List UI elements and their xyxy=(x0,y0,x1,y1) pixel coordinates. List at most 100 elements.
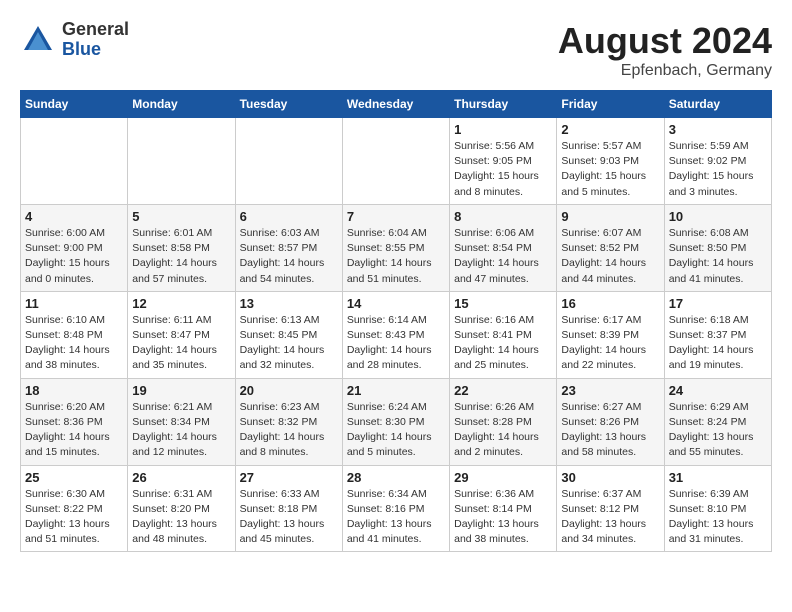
day-detail: Sunrise: 6:39 AM Sunset: 8:10 PM Dayligh… xyxy=(669,487,767,548)
day-number: 28 xyxy=(347,470,445,485)
day-detail: Sunrise: 6:03 AM Sunset: 8:57 PM Dayligh… xyxy=(240,226,338,287)
day-cell xyxy=(235,118,342,205)
week-row-1: 1 Sunrise: 5:56 AM Sunset: 9:05 PM Daylig… xyxy=(21,118,772,205)
day-detail: Sunrise: 6:36 AM Sunset: 8:14 PM Dayligh… xyxy=(454,487,552,548)
logo-blue: Blue xyxy=(62,40,129,60)
day-cell: 7 Sunrise: 6:04 AM Sunset: 8:55 PM Daylig… xyxy=(342,204,449,291)
day-number: 6 xyxy=(240,209,338,224)
day-detail: Sunrise: 6:34 AM Sunset: 8:16 PM Dayligh… xyxy=(347,487,445,548)
day-number: 15 xyxy=(454,296,552,311)
day-cell: 14 Sunrise: 6:14 AM Sunset: 8:43 PM Dayli… xyxy=(342,291,449,378)
week-row-5: 25 Sunrise: 6:30 AM Sunset: 8:22 PM Dayli… xyxy=(21,465,772,552)
day-cell: 10 Sunrise: 6:08 AM Sunset: 8:50 PM Dayli… xyxy=(664,204,771,291)
day-cell: 8 Sunrise: 6:06 AM Sunset: 8:54 PM Daylig… xyxy=(450,204,557,291)
day-cell: 30 Sunrise: 6:37 AM Sunset: 8:12 PM Dayli… xyxy=(557,465,664,552)
day-cell: 25 Sunrise: 6:30 AM Sunset: 8:22 PM Dayli… xyxy=(21,465,128,552)
day-number: 24 xyxy=(669,383,767,398)
day-detail: Sunrise: 6:11 AM Sunset: 8:47 PM Dayligh… xyxy=(132,313,230,374)
day-cell: 28 Sunrise: 6:34 AM Sunset: 8:16 PM Dayli… xyxy=(342,465,449,552)
day-cell: 26 Sunrise: 6:31 AM Sunset: 8:20 PM Dayli… xyxy=(128,465,235,552)
day-detail: Sunrise: 6:37 AM Sunset: 8:12 PM Dayligh… xyxy=(561,487,659,548)
day-detail: Sunrise: 6:33 AM Sunset: 8:18 PM Dayligh… xyxy=(240,487,338,548)
day-number: 26 xyxy=(132,470,230,485)
day-number: 4 xyxy=(25,209,123,224)
day-detail: Sunrise: 6:14 AM Sunset: 8:43 PM Dayligh… xyxy=(347,313,445,374)
day-number: 21 xyxy=(347,383,445,398)
day-cell: 5 Sunrise: 6:01 AM Sunset: 8:58 PM Daylig… xyxy=(128,204,235,291)
day-detail: Sunrise: 6:31 AM Sunset: 8:20 PM Dayligh… xyxy=(132,487,230,548)
day-cell: 31 Sunrise: 6:39 AM Sunset: 8:10 PM Dayli… xyxy=(664,465,771,552)
day-cell: 15 Sunrise: 6:16 AM Sunset: 8:41 PM Dayli… xyxy=(450,291,557,378)
day-number: 30 xyxy=(561,470,659,485)
day-detail: Sunrise: 6:20 AM Sunset: 8:36 PM Dayligh… xyxy=(25,400,123,461)
day-cell: 13 Sunrise: 6:13 AM Sunset: 8:45 PM Dayli… xyxy=(235,291,342,378)
day-number: 27 xyxy=(240,470,338,485)
day-detail: Sunrise: 6:18 AM Sunset: 8:37 PM Dayligh… xyxy=(669,313,767,374)
day-detail: Sunrise: 6:26 AM Sunset: 8:28 PM Dayligh… xyxy=(454,400,552,461)
day-number: 31 xyxy=(669,470,767,485)
logo-general: General xyxy=(62,20,129,40)
header-day-monday: Monday xyxy=(128,91,235,118)
title-location: Epfenbach, Germany xyxy=(558,62,772,80)
calendar-body: 1 Sunrise: 5:56 AM Sunset: 9:05 PM Daylig… xyxy=(21,118,772,552)
page-header: General Blue August 2024 Epfenbach, Germ… xyxy=(20,20,772,80)
header-day-sunday: Sunday xyxy=(21,91,128,118)
day-number: 14 xyxy=(347,296,445,311)
day-detail: Sunrise: 5:59 AM Sunset: 9:02 PM Dayligh… xyxy=(669,139,767,200)
calendar-table: SundayMondayTuesdayWednesdayThursdayFrid… xyxy=(20,90,772,552)
day-number: 8 xyxy=(454,209,552,224)
day-number: 20 xyxy=(240,383,338,398)
logo: General Blue xyxy=(20,20,129,60)
day-cell: 1 Sunrise: 5:56 AM Sunset: 9:05 PM Daylig… xyxy=(450,118,557,205)
header-day-tuesday: Tuesday xyxy=(235,91,342,118)
day-detail: Sunrise: 6:16 AM Sunset: 8:41 PM Dayligh… xyxy=(454,313,552,374)
day-detail: Sunrise: 5:56 AM Sunset: 9:05 PM Dayligh… xyxy=(454,139,552,200)
day-cell: 22Sunrise: 6:26 AM Sunset: 8:28 PM Dayli… xyxy=(450,378,557,465)
week-row-4: 18 Sunrise: 6:20 AM Sunset: 8:36 PM Dayli… xyxy=(21,378,772,465)
day-cell: 3 Sunrise: 5:59 AM Sunset: 9:02 PM Daylig… xyxy=(664,118,771,205)
day-number: 16 xyxy=(561,296,659,311)
day-number: 18 xyxy=(25,383,123,398)
day-detail: Sunrise: 6:27 AM Sunset: 8:26 PM Dayligh… xyxy=(561,400,659,461)
day-cell: 9Sunrise: 6:07 AM Sunset: 8:52 PM Daylig… xyxy=(557,204,664,291)
day-number: 11 xyxy=(25,296,123,311)
day-number: 23 xyxy=(561,383,659,398)
day-detail: Sunrise: 6:21 AM Sunset: 8:34 PM Dayligh… xyxy=(132,400,230,461)
day-number: 25 xyxy=(25,470,123,485)
day-number: 2 xyxy=(561,122,659,137)
day-detail: Sunrise: 6:00 AM Sunset: 9:00 PM Dayligh… xyxy=(25,226,123,287)
day-detail: Sunrise: 6:08 AM Sunset: 8:50 PM Dayligh… xyxy=(669,226,767,287)
calendar-header: SundayMondayTuesdayWednesdayThursdayFrid… xyxy=(21,91,772,118)
week-row-3: 11Sunrise: 6:10 AM Sunset: 8:48 PM Dayli… xyxy=(21,291,772,378)
title-block: August 2024 Epfenbach, Germany xyxy=(558,20,772,80)
day-detail: Sunrise: 6:01 AM Sunset: 8:58 PM Dayligh… xyxy=(132,226,230,287)
day-detail: Sunrise: 6:06 AM Sunset: 8:54 PM Dayligh… xyxy=(454,226,552,287)
day-number: 10 xyxy=(669,209,767,224)
day-cell: 11Sunrise: 6:10 AM Sunset: 8:48 PM Dayli… xyxy=(21,291,128,378)
day-detail: Sunrise: 6:30 AM Sunset: 8:22 PM Dayligh… xyxy=(25,487,123,548)
day-cell: 2Sunrise: 5:57 AM Sunset: 9:03 PM Daylig… xyxy=(557,118,664,205)
day-number: 1 xyxy=(454,122,552,137)
logo-text: General Blue xyxy=(62,20,129,60)
day-number: 13 xyxy=(240,296,338,311)
day-cell xyxy=(342,118,449,205)
day-number: 7 xyxy=(347,209,445,224)
day-cell: 20Sunrise: 6:23 AM Sunset: 8:32 PM Dayli… xyxy=(235,378,342,465)
day-cell: 6 Sunrise: 6:03 AM Sunset: 8:57 PM Daylig… xyxy=(235,204,342,291)
day-cell: 12Sunrise: 6:11 AM Sunset: 8:47 PM Dayli… xyxy=(128,291,235,378)
day-cell: 23 Sunrise: 6:27 AM Sunset: 8:26 PM Dayli… xyxy=(557,378,664,465)
day-detail: Sunrise: 6:13 AM Sunset: 8:45 PM Dayligh… xyxy=(240,313,338,374)
header-row: SundayMondayTuesdayWednesdayThursdayFrid… xyxy=(21,91,772,118)
day-cell: 16Sunrise: 6:17 AM Sunset: 8:39 PM Dayli… xyxy=(557,291,664,378)
day-number: 9 xyxy=(561,209,659,224)
header-day-friday: Friday xyxy=(557,91,664,118)
day-detail: Sunrise: 6:29 AM Sunset: 8:24 PM Dayligh… xyxy=(669,400,767,461)
header-day-saturday: Saturday xyxy=(664,91,771,118)
logo-icon xyxy=(20,22,56,58)
day-detail: Sunrise: 6:24 AM Sunset: 8:30 PM Dayligh… xyxy=(347,400,445,461)
day-cell: 29Sunrise: 6:36 AM Sunset: 8:14 PM Dayli… xyxy=(450,465,557,552)
day-cell: 27 Sunrise: 6:33 AM Sunset: 8:18 PM Dayli… xyxy=(235,465,342,552)
day-detail: Sunrise: 6:04 AM Sunset: 8:55 PM Dayligh… xyxy=(347,226,445,287)
day-number: 5 xyxy=(132,209,230,224)
day-number: 3 xyxy=(669,122,767,137)
